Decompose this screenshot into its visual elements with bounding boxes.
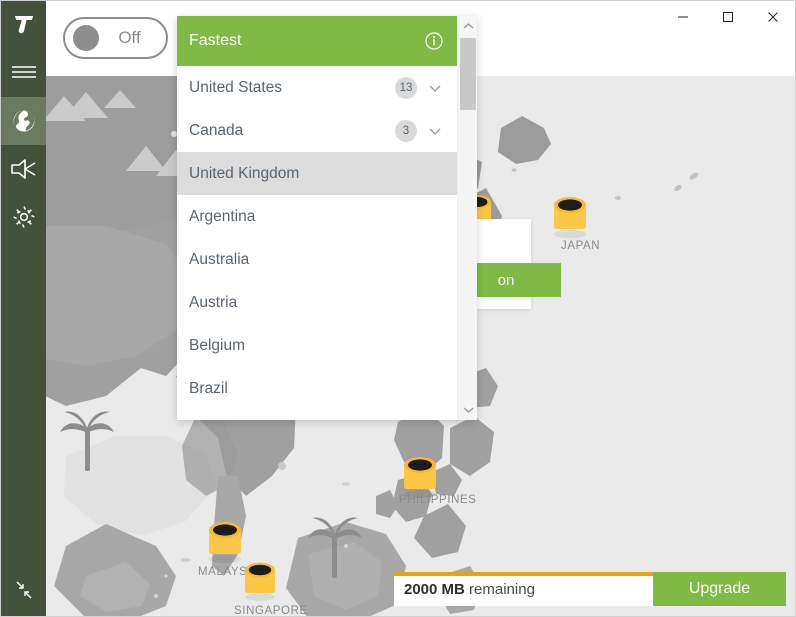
usage-suffix: remaining — [464, 580, 535, 598]
collapse-button[interactable] — [1, 570, 46, 610]
dropdown-item-belgium[interactable]: Belgium — [177, 324, 457, 367]
dropdown-item-brazil[interactable]: Brazil — [177, 367, 457, 410]
chevron-up-icon — [463, 23, 473, 29]
server-count-badge: 3 — [395, 119, 417, 142]
collapse-arrows-icon — [16, 581, 31, 599]
vpn-power-toggle[interactable]: Off — [63, 17, 168, 59]
chevron-down-icon — [463, 407, 473, 413]
sidebar-item-share[interactable] — [1, 145, 46, 193]
share-icon — [10, 159, 35, 179]
dropdown-item-label: Argentina — [189, 207, 256, 225]
maximize-button[interactable] — [705, 1, 750, 33]
app-window: JAPAN PHILIPPINES MALAYSIA SINGAPORE tio… — [0, 0, 796, 617]
server-marker-philippines[interactable] — [401, 454, 439, 498]
hamburger-icon — [11, 66, 36, 78]
upgrade-button[interactable]: Upgrade — [653, 572, 786, 606]
app-logo — [1, 1, 46, 47]
gear-icon — [12, 206, 35, 228]
country-list[interactable]: Fastest United States 13 Canada 3 United… — [177, 16, 457, 420]
country-dropdown[interactable]: Fastest United States 13 Canada 3 United… — [177, 16, 477, 420]
scrollbar-thumb[interactable] — [460, 38, 476, 110]
dropdown-item-label: United Kingdom — [189, 164, 300, 182]
dropdown-item-fastest[interactable]: Fastest — [177, 16, 457, 66]
dropdown-scrollbar[interactable] — [457, 16, 477, 420]
sidebar-item-settings[interactable] — [1, 193, 46, 241]
dropdown-item-australia[interactable]: Australia — [177, 238, 457, 281]
dropdown-item-label: Belgium — [189, 336, 245, 354]
server-count-badge: 13 — [395, 76, 417, 99]
sidebar-item-locations[interactable] — [1, 97, 46, 145]
menu-button[interactable] — [1, 47, 46, 97]
toggle-state-label: Off — [118, 28, 141, 47]
toggle-knob — [73, 25, 99, 51]
server-marker-malaysia[interactable] — [206, 519, 244, 563]
dropdown-item-label: Austria — [189, 293, 238, 311]
chevron-down-icon[interactable] — [427, 123, 443, 139]
dropdown-item-label: Fastest — [189, 32, 242, 49]
minimize-button[interactable] — [660, 1, 705, 33]
dropdown-item-united-states[interactable]: United States 13 — [177, 66, 457, 109]
server-marker-japan[interactable] — [551, 194, 589, 238]
dropdown-item-canada[interactable]: Canada 3 — [177, 109, 457, 152]
dropdown-item-united-kingdom[interactable]: United Kingdom — [177, 152, 457, 195]
data-usage-panel: 2000 MB remaining — [394, 572, 653, 606]
dropdown-item-label: Canada — [189, 121, 244, 139]
globe-icon — [13, 110, 34, 132]
scroll-down-button[interactable] — [458, 400, 478, 420]
usage-bar: 2000 MB remaining Upgrade — [394, 572, 786, 606]
dropdown-item-austria[interactable]: Austria — [177, 281, 457, 324]
dropdown-item-label: Australia — [189, 250, 250, 268]
chevron-down-icon[interactable] — [427, 80, 443, 96]
close-button[interactable] — [750, 1, 795, 33]
dropdown-item-label: United States — [189, 78, 283, 96]
usage-text: 2000 MB remaining — [404, 581, 535, 598]
server-marker-singapore[interactable] — [242, 559, 278, 601]
dropdown-item-argentina[interactable]: Argentina — [177, 195, 457, 238]
sidebar — [1, 1, 46, 616]
usage-progress-bar — [394, 572, 653, 576]
usage-amount: 2000 MB — [404, 580, 465, 598]
window-controls — [660, 1, 795, 33]
scroll-up-button[interactable] — [458, 16, 478, 36]
info-icon[interactable] — [425, 32, 443, 50]
dropdown-item-label: Brazil — [189, 379, 228, 397]
logo-icon — [14, 16, 33, 34]
